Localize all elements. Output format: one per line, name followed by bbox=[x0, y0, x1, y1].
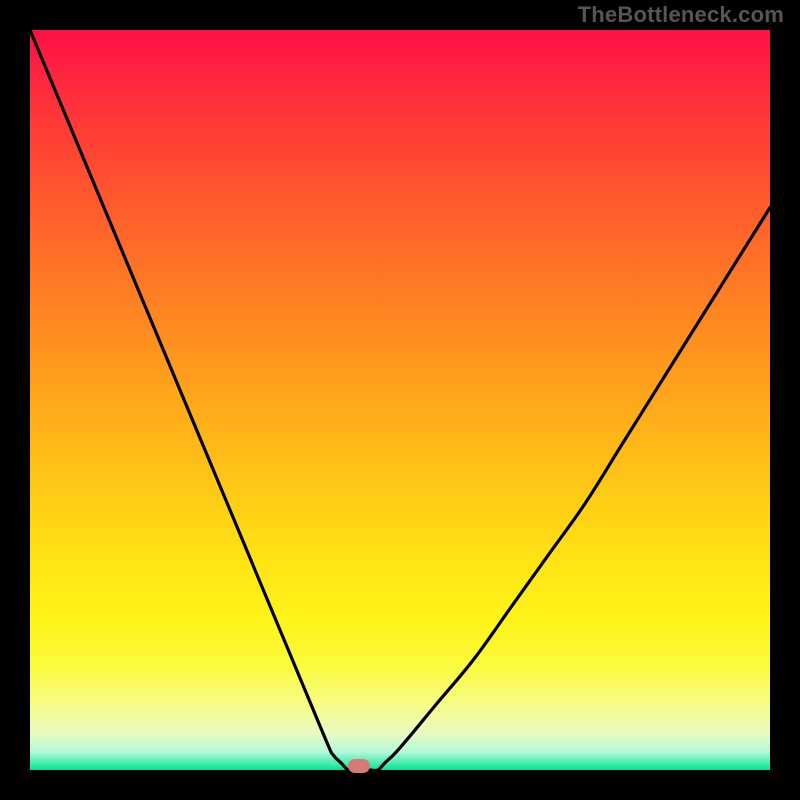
minimum-marker bbox=[348, 759, 370, 773]
bottleneck-curve bbox=[30, 30, 770, 770]
chart-frame: TheBottleneck.com bbox=[0, 0, 800, 800]
watermark-text: TheBottleneck.com bbox=[578, 2, 784, 28]
plot-area bbox=[30, 30, 770, 770]
